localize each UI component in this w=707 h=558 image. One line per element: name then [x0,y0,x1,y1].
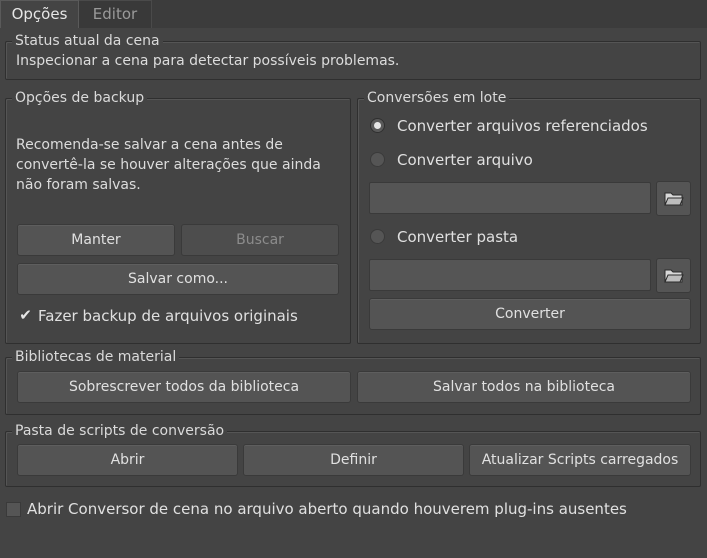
radio-convert-folder-label: Converter pasta [397,228,519,246]
radio-convert-referenced-label: Converter arquivos referenciados [397,117,648,135]
define-scripts-label: Definir [330,452,377,468]
backup-text-line-1: Recomenda-se salvar a cena antes de [16,137,283,153]
open-scripts-label: Abrir [110,452,145,468]
overwrite-library-label: Sobrescrever todos da biblioteca [68,379,300,395]
browse-file-button[interactable] [656,181,691,216]
overwrite-library-button[interactable]: Sobrescrever todos da biblioteca [17,371,351,403]
open-converter-label: Abrir Conversor de cena no arquivo abert… [27,500,627,518]
backup-group-title: Opções de backup [12,89,148,107]
status-group: Status atual da cena Inspecionar a cena … [5,32,701,80]
save-all-library-button[interactable]: Salvar todos na biblioteca [357,371,691,403]
backup-originals-checkbox[interactable]: ✔ [18,308,33,323]
save-all-library-label: Salvar todos na biblioteca [433,379,615,395]
scripts-group-title: Pasta de scripts de conversão [12,422,228,440]
file-path-field[interactable] [369,182,651,214]
tab-bar: Opções Editor [0,0,707,28]
open-scripts-button[interactable]: Abrir [17,444,238,476]
backup-originals-label: Fazer backup de arquivos originais [38,307,298,325]
define-scripts-button[interactable]: Definir [243,444,464,476]
status-text: Inspecionar a cena para detectar possíve… [16,53,400,69]
save-as-button[interactable]: Salvar como... [17,263,339,295]
keep-button-label: Manter [71,232,121,248]
open-converter-checkbox[interactable] [6,502,21,517]
status-group-title: Status atual da cena [12,32,163,50]
browse-button-label: Buscar [236,232,284,248]
backup-text-line-2: convertê-la se houver alterações que ain… [16,157,321,173]
tab-options[interactable]: Opções [0,0,79,28]
check-icon: ✔ [19,306,32,324]
radio-convert-file[interactable] [370,152,385,167]
browse-button[interactable]: Buscar [181,224,339,256]
keep-button[interactable]: Manter [17,224,175,256]
convert-button[interactable]: Converter [369,298,691,330]
batch-group-title: Conversões em lote [364,89,510,107]
libraries-group-title: Bibliotecas de material [12,348,180,366]
radio-convert-referenced[interactable] [370,118,385,133]
radio-convert-folder[interactable] [370,229,385,244]
folder-path-field[interactable] [369,259,651,291]
tab-editor[interactable]: Editor [79,0,152,28]
folder-icon [664,192,684,206]
convert-button-label: Converter [495,306,565,322]
update-scripts-label: Atualizar Scripts carregados [481,452,679,468]
tab-options-label: Opções [11,5,68,23]
backup-text-line-3: não foram salvas. [16,177,141,193]
tab-editor-label: Editor [92,5,138,23]
folder-icon [664,269,684,283]
save-as-button-label: Salvar como... [128,271,228,287]
radio-convert-file-label: Converter arquivo [397,151,533,169]
browse-folder-button[interactable] [656,258,691,293]
update-scripts-button[interactable]: Atualizar Scripts carregados [469,444,691,476]
